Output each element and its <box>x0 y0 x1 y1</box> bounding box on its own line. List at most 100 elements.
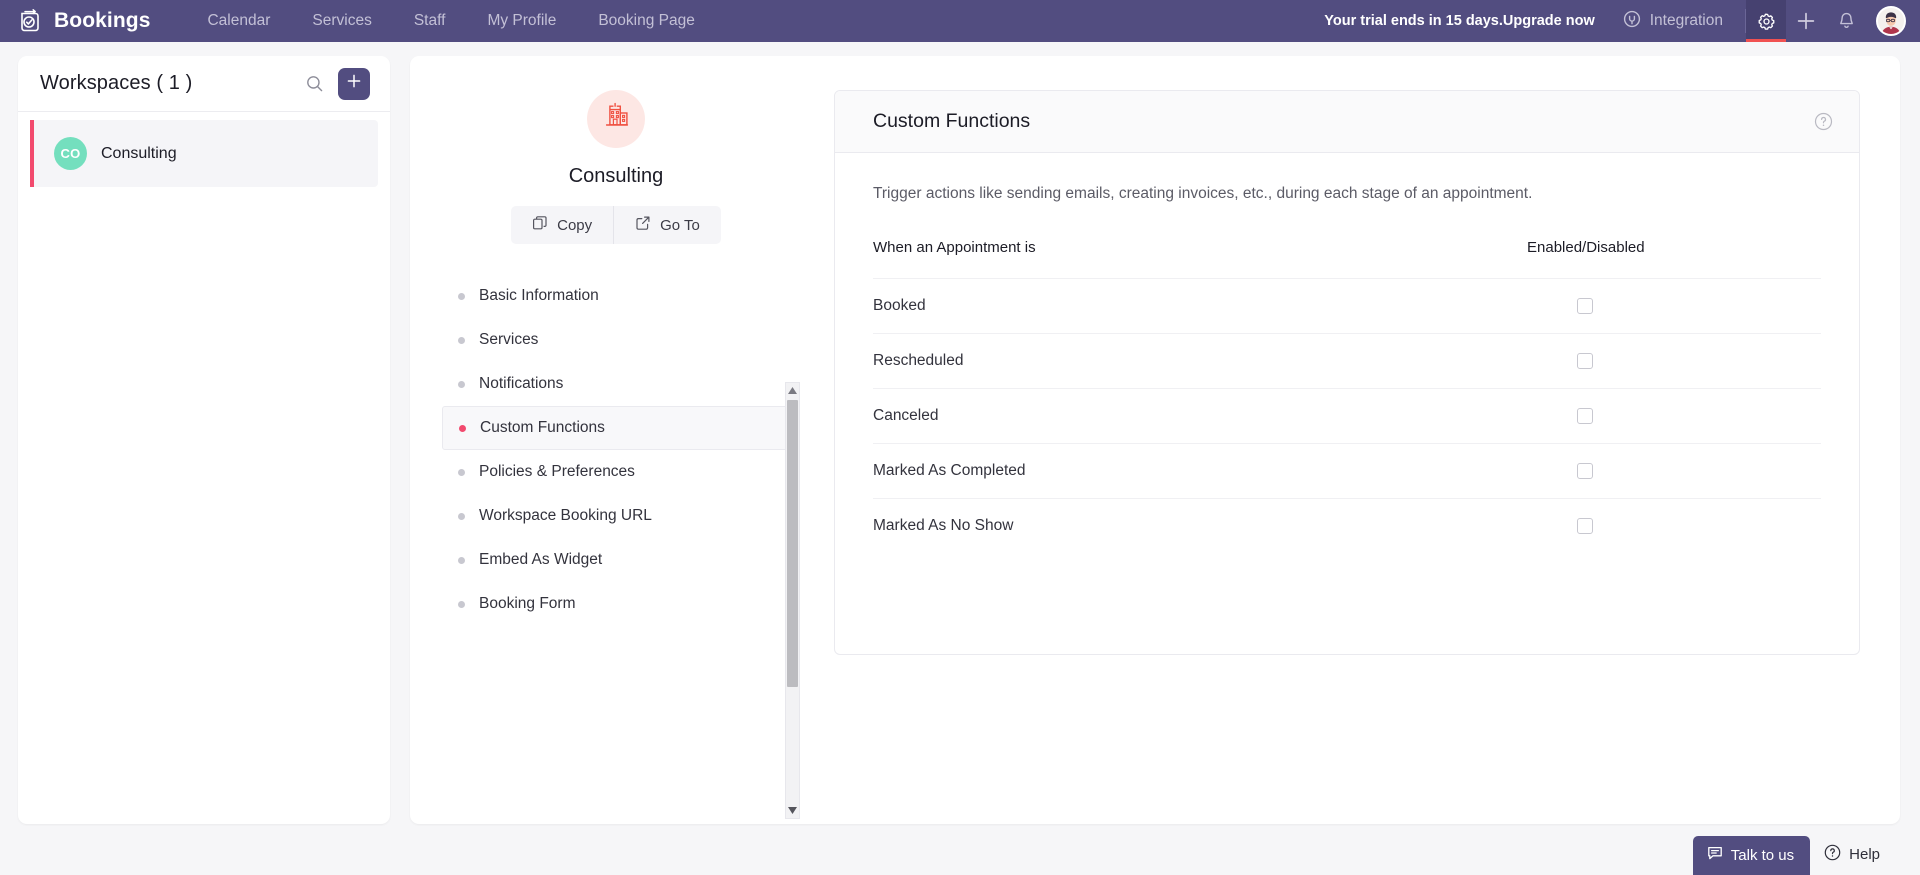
workspaces-list: CO Consulting <box>18 112 390 187</box>
menu-item-label: Services <box>479 331 539 348</box>
chat-icon <box>1707 845 1723 865</box>
custom-functions-header: Custom Functions <box>835 91 1859 153</box>
bookings-logo-icon <box>16 7 44 35</box>
top-nav-right: Your trial ends in 15 days.Upgrade now I… <box>1324 0 1920 42</box>
table-row: Rescheduled <box>873 333 1821 389</box>
brand[interactable]: Bookings <box>0 7 150 35</box>
nav-link-booking-page[interactable]: Booking Page <box>577 0 716 42</box>
menu-item-label: Workspace Booking URL <box>479 507 652 524</box>
workspace-item-consulting[interactable]: CO Consulting <box>30 120 378 187</box>
enabled-checkbox-marked-as-no-show[interactable] <box>1577 518 1593 534</box>
menu-item-custom-functions[interactable]: Custom Functions <box>442 406 794 450</box>
top-navigation-bar: Bookings Calendar Services Staff My Prof… <box>0 0 1920 42</box>
menu-item-workspace-booking-url[interactable]: Workspace Booking URL <box>442 494 794 538</box>
stage-label: Canceled <box>873 388 1521 444</box>
menu-item-label: Embed As Widget <box>479 551 603 568</box>
menu-item-label: Custom Functions <box>480 419 605 436</box>
custom-functions-title: Custom Functions <box>873 110 1031 132</box>
copy-icon <box>532 215 548 235</box>
settings-button[interactable] <box>1746 0 1786 42</box>
footer-widgets: Talk to us Help <box>1692 836 1880 875</box>
nav-link-services[interactable]: Services <box>291 0 392 42</box>
custom-functions-table: When an Appointment is Enabled/Disabled … <box>873 239 1821 553</box>
bullet-icon <box>458 336 465 344</box>
copy-button[interactable]: Copy <box>511 206 613 244</box>
workspace-settings-menu: Basic Information Services Notifications… <box>410 274 822 626</box>
bullet-icon <box>459 424 466 432</box>
talk-to-us-label: Talk to us <box>1730 846 1795 864</box>
workspace-actions: Copy Go To <box>511 206 721 244</box>
enabled-cell <box>1521 388 1821 444</box>
menu-item-policies-preferences[interactable]: Policies & Preferences <box>442 450 794 494</box>
stage-label: Marked As Completed <box>873 443 1521 499</box>
workspace-name: Consulting <box>101 144 177 162</box>
menu-item-services[interactable]: Services <box>442 318 794 362</box>
table-row: Marked As No Show <box>873 498 1821 553</box>
stage-label: Marked As No Show <box>873 498 1521 553</box>
column-header-stage: When an Appointment is <box>873 239 1036 256</box>
notifications-button[interactable] <box>1826 0 1866 42</box>
nav-link-my-profile[interactable]: My Profile <box>466 0 577 42</box>
enabled-checkbox-marked-as-completed[interactable] <box>1577 463 1593 479</box>
question-circle-icon <box>1824 844 1841 865</box>
scroll-down-icon[interactable] <box>786 803 799 818</box>
external-link-icon <box>635 215 651 235</box>
search-icon[interactable] <box>305 74 324 93</box>
add-button[interactable] <box>1786 0 1826 42</box>
help-label: Help <box>1849 846 1880 863</box>
menu-item-embed-as-widget[interactable]: Embed As Widget <box>442 538 794 582</box>
bullet-icon <box>458 512 465 520</box>
talk-to-us-button[interactable]: Talk to us <box>1692 836 1811 875</box>
bell-icon <box>1837 11 1856 31</box>
bullet-icon <box>458 468 465 476</box>
main-nav-links: Calendar Services Staff My Profile Booki… <box>186 0 715 42</box>
custom-functions-body: Trigger actions like sending emails, cre… <box>835 153 1859 553</box>
nav-link-calendar[interactable]: Calendar <box>186 0 291 42</box>
menu-item-label: Basic Information <box>479 287 599 304</box>
trial-notice[interactable]: Your trial ends in 15 days.Upgrade now <box>1324 13 1594 29</box>
menu-scrollbar[interactable] <box>785 382 800 819</box>
help-button[interactable]: Help <box>1824 844 1880 875</box>
menu-item-label: Policies & Preferences <box>479 463 635 480</box>
enabled-checkbox-canceled[interactable] <box>1577 408 1593 424</box>
building-icon <box>587 90 645 148</box>
integration-label: Integration <box>1649 12 1723 29</box>
table-row: Marked As Completed <box>873 443 1821 499</box>
menu-item-label: Notifications <box>479 375 564 392</box>
menu-item-basic-information[interactable]: Basic Information <box>442 274 794 318</box>
stage-label: Rescheduled <box>873 333 1521 389</box>
bullet-icon <box>458 556 465 564</box>
go-to-label: Go To <box>660 216 700 234</box>
enabled-checkbox-booked[interactable] <box>1577 298 1593 314</box>
bullet-icon <box>458 600 465 608</box>
workspaces-panel: Workspaces ( 1 ) CO Consulting <box>18 56 390 824</box>
workspaces-title: Workspaces ( 1 ) <box>40 72 193 94</box>
enabled-checkbox-rescheduled[interactable] <box>1577 353 1593 369</box>
nav-link-staff[interactable]: Staff <box>393 0 467 42</box>
help-circle-icon[interactable] <box>1814 112 1833 131</box>
avatar[interactable] <box>1876 6 1906 36</box>
enabled-cell <box>1521 333 1821 389</box>
menu-item-booking-form[interactable]: Booking Form <box>442 582 794 626</box>
go-to-button[interactable]: Go To <box>613 206 721 244</box>
page-body: Workspaces ( 1 ) CO Consulting Consultin… <box>0 42 1920 875</box>
enabled-cell <box>1521 278 1821 334</box>
stage-label: Booked <box>873 278 1521 334</box>
add-workspace-button[interactable] <box>338 67 370 100</box>
workspaces-header: Workspaces ( 1 ) <box>18 56 390 112</box>
menu-item-label: Booking Form <box>479 595 576 612</box>
scroll-up-icon[interactable] <box>786 383 799 398</box>
workspace-nav-column: Consulting Copy Go To Basic Information … <box>410 56 822 824</box>
menu-item-notifications[interactable]: Notifications <box>442 362 794 406</box>
brand-name: Bookings <box>54 9 151 32</box>
table-row: Canceled <box>873 388 1821 444</box>
plug-icon <box>1623 10 1641 33</box>
custom-functions-card: Custom Functions Trigger actions like se… <box>834 90 1860 655</box>
workspace-detail-name: Consulting <box>568 165 664 187</box>
column-header-enabled: Enabled/Disabled <box>1527 239 1645 256</box>
plus-icon <box>346 73 362 94</box>
bullet-icon <box>458 292 465 300</box>
scrollbar-thumb[interactable] <box>787 400 798 687</box>
enabled-cell <box>1521 498 1821 553</box>
integration-link[interactable]: Integration <box>1623 10 1745 33</box>
